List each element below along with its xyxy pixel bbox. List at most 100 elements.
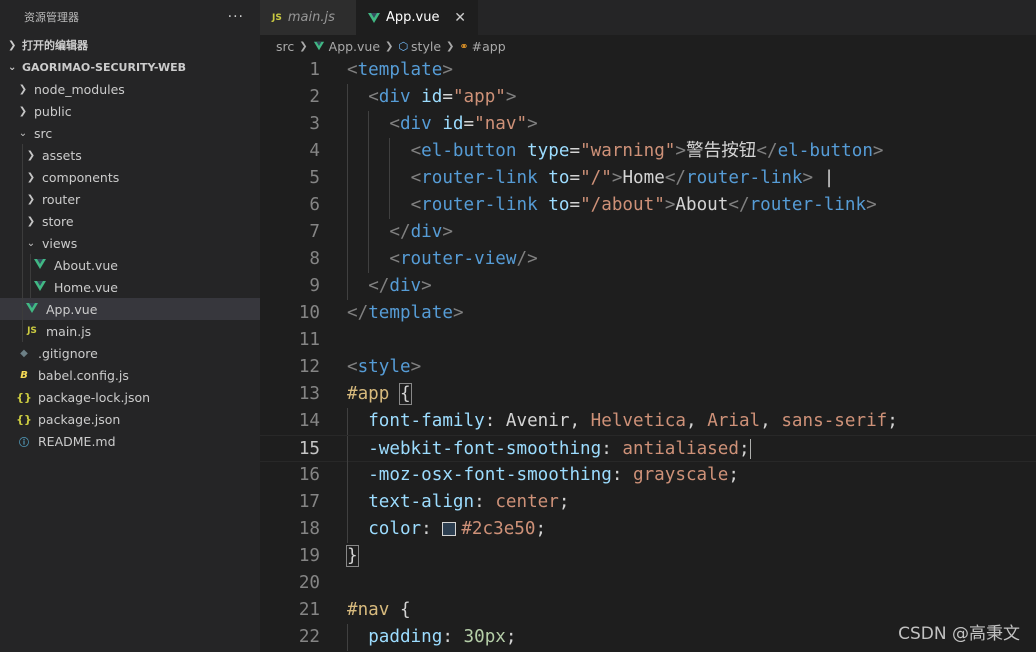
breadcrumb-selector[interactable]: #app	[472, 39, 506, 54]
indent-guide	[22, 232, 23, 254]
code-token: antialiased	[622, 439, 739, 459]
tree-item[interactable]: ❯ store	[0, 210, 260, 232]
close-icon[interactable]: ✕	[454, 10, 466, 26]
code-line[interactable]: 13 #app {	[260, 381, 1036, 408]
open-editors-section[interactable]: ❯ 打开的编辑器	[0, 34, 260, 56]
chevron-right-icon: ❯	[26, 149, 36, 161]
tree-item[interactable]: ⌄ src	[0, 122, 260, 144]
code-token: Arial	[707, 411, 761, 431]
breadcrumb: src ❯ App.vue ❯ ⬡ style ❯ ⚭ #app	[260, 35, 1036, 57]
watermark: CSDN @高秉文	[898, 624, 1020, 644]
tree-item-label: views	[42, 235, 78, 251]
code-line[interactable]: 15 -webkit-font-smoothing: antialiased;	[260, 435, 1036, 463]
code-token: color	[368, 519, 422, 539]
line-number: 22	[298, 627, 320, 647]
code-line[interactable]: 4 <el-button type="warning">警告按钮</el-but…	[260, 138, 1036, 165]
chevron-down-icon: ⌄	[18, 127, 28, 139]
tree-item[interactable]: {} package.json	[0, 408, 260, 430]
tree-item[interactable]: ◆ .gitignore	[0, 342, 260, 364]
tree-item[interactable]: About.vue	[0, 254, 260, 276]
code-text: </div>	[347, 273, 432, 300]
color-swatch	[442, 522, 457, 536]
breadcrumb-file[interactable]: App.vue	[329, 39, 380, 54]
code-text: }	[346, 543, 359, 570]
tree-item[interactable]: ❯ public	[0, 100, 260, 122]
code-token: grayscale	[633, 465, 729, 485]
tab-main-js[interactable]: JS main.js	[260, 0, 356, 35]
code-text: -moz-osx-font-smoothing: grayscale;	[347, 462, 739, 489]
breadcrumb-style[interactable]: style	[411, 39, 441, 54]
line-number: 1	[309, 60, 320, 80]
tree-item[interactable]: {} package-lock.json	[0, 386, 260, 408]
code-line[interactable]: 5 <router-link to="/">Home</router-link>…	[260, 165, 1036, 192]
code-line[interactable]: 12 <style>	[260, 354, 1036, 381]
tree-item[interactable]: ⌄ views	[0, 232, 260, 254]
code-token: About	[675, 195, 729, 215]
code-token: ;	[728, 465, 739, 485]
code-token: text-align	[368, 492, 475, 512]
tree-item[interactable]: Home.vue	[0, 276, 260, 298]
code-token: ,	[686, 411, 708, 431]
tree-item[interactable]: ❯ components	[0, 166, 260, 188]
chevron-right-icon: ❯	[26, 171, 36, 183]
code-line[interactable]: 10 </template>	[260, 300, 1036, 327]
code-line[interactable]: 7 </div>	[260, 219, 1036, 246]
tree-item[interactable]: ❯ node_modules	[0, 78, 260, 100]
code-line[interactable]: 3 <div id="nav">	[260, 111, 1036, 138]
code-token: >	[410, 357, 422, 377]
code-line[interactable]: 16 -moz-osx-font-smoothing: grayscale;	[260, 462, 1036, 489]
code-token: <	[410, 195, 422, 215]
code-token: center	[495, 492, 559, 512]
code-line[interactable]: 19}	[260, 543, 1036, 570]
tree-item[interactable]: ⓘ README.md	[0, 430, 260, 452]
breadcrumb-src[interactable]: src	[276, 39, 294, 54]
more-actions-icon[interactable]: ···	[228, 9, 244, 25]
code-token: </	[728, 195, 750, 215]
tree-item[interactable]: Bbabel.config.js	[0, 364, 260, 386]
code-token: =	[442, 87, 453, 107]
line-number: 2	[309, 87, 320, 107]
tree-item[interactable]: JS main.js	[0, 320, 260, 342]
line-number: 11	[298, 330, 320, 350]
tab-app-vue[interactable]: App.vue ✕	[356, 0, 478, 35]
code-token: :	[474, 492, 496, 512]
code-line[interactable]: 11	[260, 327, 1036, 354]
code-line[interactable]: 2 <div id="app">	[260, 84, 1036, 111]
code-line[interactable]: 8 <router-view/>	[260, 246, 1036, 273]
code-text: -webkit-font-smoothing: antialiased;	[347, 436, 751, 463]
indent-guide	[22, 276, 23, 298]
code-token: <	[368, 87, 379, 107]
tree-item[interactable]: App.vue	[0, 298, 260, 320]
line-number: 5	[309, 168, 320, 188]
code-token: =	[569, 168, 581, 188]
chevron-right-icon: ❯	[299, 40, 308, 52]
code-token: <	[389, 249, 400, 269]
code-line[interactable]: 1 <template>	[260, 57, 1036, 84]
explorer-sidebar: 资源管理器 ··· ❯ 打开的编辑器 ⌄ GAORIMAO-SECURITY-W…	[0, 0, 260, 652]
selector-icon: ⚭	[459, 39, 469, 53]
code-token: >	[664, 195, 676, 215]
code-line[interactable]: 9 </div>	[260, 273, 1036, 300]
code-token: id	[442, 114, 464, 134]
code-line[interactable]: 6 <router-link to="/about">About</router…	[260, 192, 1036, 219]
code-text: #app {	[347, 381, 412, 408]
code-line[interactable]: 14 font-family: Avenir, Helvetica, Arial…	[260, 408, 1036, 435]
indent-guide	[22, 144, 23, 166]
project-section[interactable]: ⌄ GAORIMAO-SECURITY-WEB	[0, 56, 260, 78]
text-cursor	[749, 439, 751, 459]
tree-item[interactable]: ❯ router	[0, 188, 260, 210]
code-line[interactable]: 18 color: #2c3e50;	[260, 516, 1036, 543]
code-editor[interactable]: 1 <template> 2 <div id="app"> 3 <div id="na…	[260, 57, 1036, 652]
code-token: <	[389, 114, 400, 134]
code-line[interactable]: 20	[260, 570, 1036, 597]
tree-item[interactable]: ❯ assets	[0, 144, 260, 166]
code-token: el-button	[421, 141, 517, 161]
code-text: <router-link to="/about">About</router-l…	[347, 192, 877, 219]
code-line[interactable]: 17 text-align: center;	[260, 489, 1036, 516]
code-token: div	[410, 222, 443, 242]
